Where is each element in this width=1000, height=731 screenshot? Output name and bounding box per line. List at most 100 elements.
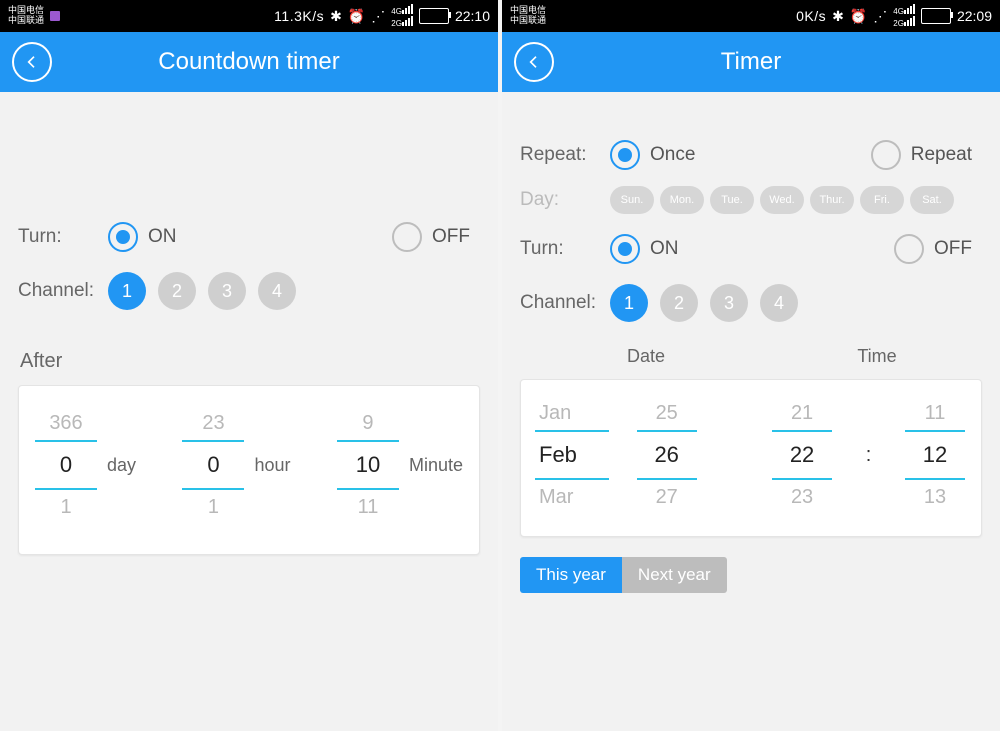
channel-1[interactable]: 1: [108, 272, 146, 310]
status-bar: 中国电信 中国联通 11.3K/s ✱ ⏰ ⋰ 4G 2G 22:10: [0, 0, 498, 32]
signal-group-icon: 4G 2G: [391, 4, 413, 28]
status-time: 22:10: [455, 8, 490, 24]
minute-spinner[interactable]: 9 10 11: [337, 406, 399, 524]
day-mon[interactable]: Mon.: [660, 186, 704, 214]
channel-4[interactable]: 4: [760, 284, 798, 322]
hour-spinner[interactable]: 21 22 23: [772, 396, 832, 514]
radio-icon: [871, 140, 901, 170]
day-unit: day: [107, 455, 136, 476]
turn-off-option[interactable]: OFF: [392, 222, 470, 252]
channel-label: Channel:: [520, 292, 610, 314]
day-prev: 366: [35, 406, 97, 442]
repeat-once-option[interactable]: Once: [610, 140, 695, 170]
battery-icon: [419, 8, 449, 24]
duration-picker-card: 366 0 1 day 23 0 1 hour: [18, 385, 480, 555]
channel-2[interactable]: 2: [660, 284, 698, 322]
minute-value: 10: [337, 442, 399, 490]
turn-off-option[interactable]: OFF: [894, 234, 972, 264]
channel-3[interactable]: 3: [208, 272, 246, 310]
month-spinner[interactable]: Jan Feb Mar: [537, 396, 607, 514]
day-fri[interactable]: Fri.: [860, 186, 904, 214]
back-button[interactable]: [514, 42, 554, 82]
network-rate: 0K/s: [796, 8, 826, 24]
datetime-picker-card: Jan Feb Mar 25 26 27 21 22 23: [520, 379, 982, 537]
alarm-icon: ⏰: [348, 8, 365, 25]
day-label: Day:: [520, 189, 610, 211]
daynum-next: 27: [637, 480, 697, 514]
month-next: Mar: [535, 480, 609, 514]
wifi-icon: ⋰: [371, 8, 385, 25]
day-value: 0: [35, 442, 97, 490]
turn-on-option[interactable]: ON: [108, 222, 177, 252]
channel-row: Channel: 1 2 3 4: [18, 272, 480, 310]
hour-prev: 21: [772, 396, 832, 432]
signal-group-icon: 4G 2G: [893, 4, 915, 28]
day-row: Day: Sun. Mon. Tue. Wed. Thur. Fri. Sat.: [520, 186, 982, 214]
repeat-repeat-option[interactable]: Repeat: [871, 140, 972, 170]
month-prev: Jan: [535, 396, 609, 432]
minute-prev: 11: [905, 396, 965, 432]
hour-value: 0: [182, 442, 244, 490]
page-title: Timer: [721, 48, 781, 76]
minute-prev: 9: [337, 406, 399, 442]
title-bar: Timer: [502, 32, 1000, 92]
bluetooth-icon: ✱: [832, 8, 844, 25]
time-header: Time: [772, 346, 982, 367]
this-year-tab[interactable]: This year: [520, 557, 622, 593]
page-title: Countdown timer: [158, 48, 339, 76]
hour-next: 23: [772, 480, 832, 514]
day-tue[interactable]: Tue.: [710, 186, 754, 214]
turn-row: Turn: ON OFF: [520, 234, 982, 264]
radio-icon: [392, 222, 422, 252]
bluetooth-icon: ✱: [330, 8, 342, 25]
radio-icon: [894, 234, 924, 264]
daynum-prev: 25: [637, 396, 697, 432]
turn-off-label: OFF: [934, 238, 972, 260]
channel-2[interactable]: 2: [158, 272, 196, 310]
daynum-value: 26: [637, 432, 697, 480]
timer-screen: 中国电信 中国联通 0K/s ✱ ⏰ ⋰ 4G 2G 22:09: [502, 0, 1000, 731]
hour-spinner[interactable]: 23 0 1: [182, 406, 244, 524]
turn-on-option[interactable]: ON: [610, 234, 679, 264]
repeat-row: Repeat: Once Repeat: [520, 140, 982, 170]
channel-label: Channel:: [18, 280, 108, 302]
date-header: Date: [520, 346, 772, 367]
turn-on-label: ON: [148, 226, 177, 248]
hour-next: 1: [182, 490, 244, 524]
chevron-left-icon: [24, 54, 40, 70]
minute-value: 12: [905, 432, 965, 480]
turn-label: Turn:: [520, 238, 610, 260]
minute-next: 11: [337, 490, 399, 524]
channel-1[interactable]: 1: [610, 284, 648, 322]
channel-row: Channel: 1 2 3 4: [520, 284, 982, 322]
radio-icon: [108, 222, 138, 252]
day-spinner[interactable]: 366 0 1: [35, 406, 97, 524]
title-bar: Countdown timer: [0, 32, 498, 92]
channel-3[interactable]: 3: [710, 284, 748, 322]
next-year-tab[interactable]: Next year: [622, 557, 727, 593]
turn-label: Turn:: [18, 226, 108, 248]
day-thur[interactable]: Thur.: [810, 186, 854, 214]
chevron-left-icon: [526, 54, 542, 70]
time-colon: :: [862, 444, 876, 467]
minute-spinner[interactable]: 11 12 13: [905, 396, 965, 514]
date-time-header: Date Time: [520, 346, 982, 367]
day-sat[interactable]: Sat.: [910, 186, 954, 214]
back-button[interactable]: [12, 42, 52, 82]
month-value: Feb: [535, 432, 609, 480]
carrier-2: 中国联通: [8, 16, 44, 26]
countdown-timer-screen: 中国电信 中国联通 11.3K/s ✱ ⏰ ⋰ 4G 2G 22:10: [0, 0, 498, 731]
status-time: 22:09: [957, 8, 992, 24]
channel-4[interactable]: 4: [258, 272, 296, 310]
day-sun[interactable]: Sun.: [610, 186, 654, 214]
hour-unit: hour: [254, 455, 290, 476]
carrier-2: 中国联通: [510, 16, 546, 26]
year-tabs: This year Next year: [520, 557, 982, 593]
battery-icon: [921, 8, 951, 24]
day-spinner[interactable]: 25 26 27: [637, 396, 697, 514]
repeat-label: Repeat:: [520, 144, 610, 166]
minute-next: 13: [905, 480, 965, 514]
day-wed[interactable]: Wed.: [760, 186, 804, 214]
repeat-once-label: Once: [650, 144, 695, 166]
day-next: 1: [35, 490, 97, 524]
